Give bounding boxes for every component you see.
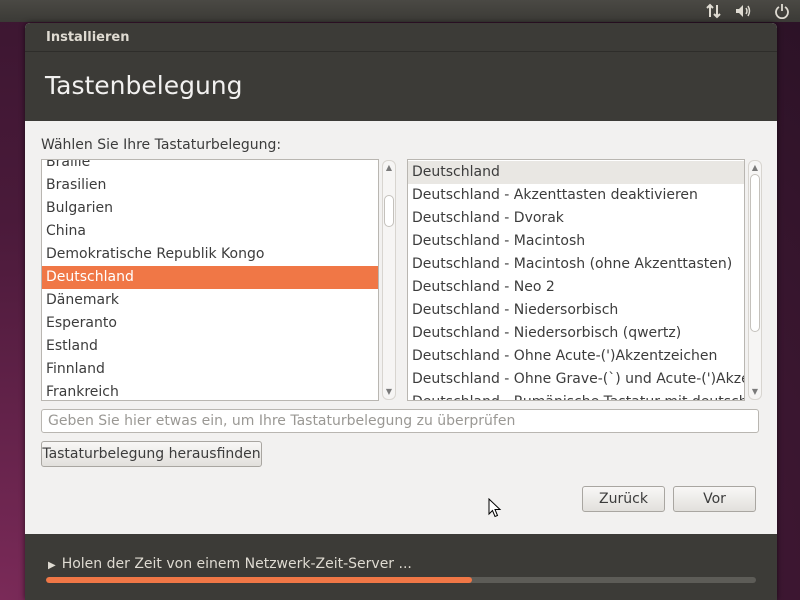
- variant-list-scrollbar[interactable]: ▲ ▼: [748, 160, 762, 400]
- triangle-right-icon[interactable]: ▶: [48, 560, 56, 571]
- installer-window: Installieren Tastenbelegung Wählen Sie I…: [25, 23, 777, 600]
- variant-list-item[interactable]: Deutschland - Akzenttasten deaktivieren: [408, 184, 744, 207]
- variant-list-item[interactable]: Deutschland - Ohne Grave-(`) und Acute-(…: [408, 368, 744, 391]
- layout-list-item[interactable]: Estland: [42, 335, 378, 358]
- layout-list-item[interactable]: Dänemark: [42, 289, 378, 312]
- variant-scroll-thumb[interactable]: [750, 174, 760, 332]
- variant-list-item[interactable]: Deutschland - Niedersorbisch (qwertz): [408, 322, 744, 345]
- layout-list-scrollbar[interactable]: ▲ ▼: [382, 160, 396, 400]
- variant-list[interactable]: Deutschland Deutschland - Akzenttasten de…: [407, 159, 745, 401]
- status-line: ▶ Holen der Zeit von einem Netzwerk-Zeit-…: [48, 556, 412, 572]
- layout-list-item[interactable]: Brasilien: [42, 174, 378, 197]
- scroll-up-arrow-icon[interactable]: ▲: [383, 162, 395, 174]
- variant-list-item[interactable]: Deutschland - Macintosh: [408, 230, 744, 253]
- variant-list-item[interactable]: Deutschland - Rumänische Tastatur mit de…: [408, 391, 744, 400]
- variant-list-item[interactable]: Deutschland - Neo 2: [408, 276, 744, 299]
- scroll-up-arrow-icon[interactable]: ▲: [749, 162, 761, 174]
- layout-list[interactable]: Braille Brasilien Bulgarien China Demokratis…: [41, 159, 379, 401]
- progress-fill: [46, 577, 472, 583]
- layout-prompt-label: Wählen Sie Ihre Tastaturbelegung:: [41, 137, 282, 153]
- progress-bar: [46, 577, 756, 583]
- content-area: Wählen Sie Ihre Tastaturbelegung: Braill…: [25, 121, 777, 534]
- window-header: Installieren Tastenbelegung: [25, 23, 777, 121]
- layout-list-item[interactable]: Frankreich: [42, 381, 378, 400]
- layout-list-item[interactable]: Deutschland: [42, 266, 378, 289]
- layout-list-item[interactable]: Braille: [42, 160, 378, 174]
- volume-icon[interactable]: [731, 0, 757, 22]
- status-text: Holen der Zeit von einem Netzwerk-Zeit-S…: [61, 556, 412, 572]
- layout-list-item[interactable]: Demokratische Republik Kongo: [42, 243, 378, 266]
- variant-list-item[interactable]: Deutschland - Niedersorbisch: [408, 299, 744, 322]
- layout-list-item[interactable]: Finnland: [42, 358, 378, 381]
- window-title: Installieren: [46, 30, 130, 45]
- layout-scroll-thumb[interactable]: [384, 195, 394, 227]
- scroll-down-arrow-icon[interactable]: ▼: [749, 386, 761, 398]
- status-footer: ▶ Holen der Zeit von einem Netzwerk-Zeit-…: [25, 534, 777, 600]
- variant-list-item[interactable]: Deutschland - Dvorak: [408, 207, 744, 230]
- variant-list-item[interactable]: Deutschland: [408, 161, 744, 184]
- back-button[interactable]: Zurück: [582, 486, 665, 512]
- next-button[interactable]: Vor: [673, 486, 756, 512]
- page-title: Tastenbelegung: [45, 71, 243, 100]
- keyboard-test-input[interactable]: [41, 409, 759, 433]
- variant-list-item[interactable]: Deutschland - Macintosh (ohne Akzenttast…: [408, 253, 744, 276]
- header-divider: [25, 51, 777, 52]
- scroll-down-arrow-icon[interactable]: ▼: [383, 386, 395, 398]
- mouse-pointer-icon: [488, 498, 502, 518]
- layout-list-item[interactable]: Esperanto: [42, 312, 378, 335]
- variant-list-item[interactable]: Deutschland - Ohne Acute-(')Akzentzeiche…: [408, 345, 744, 368]
- detect-layout-button[interactable]: Tastaturbelegung herausfinden: [41, 441, 262, 467]
- layout-list-item[interactable]: Bulgarien: [42, 197, 378, 220]
- network-updown-icon[interactable]: [701, 0, 727, 22]
- power-icon[interactable]: [769, 0, 795, 22]
- top-panel: [0, 0, 800, 22]
- layout-list-item[interactable]: China: [42, 220, 378, 243]
